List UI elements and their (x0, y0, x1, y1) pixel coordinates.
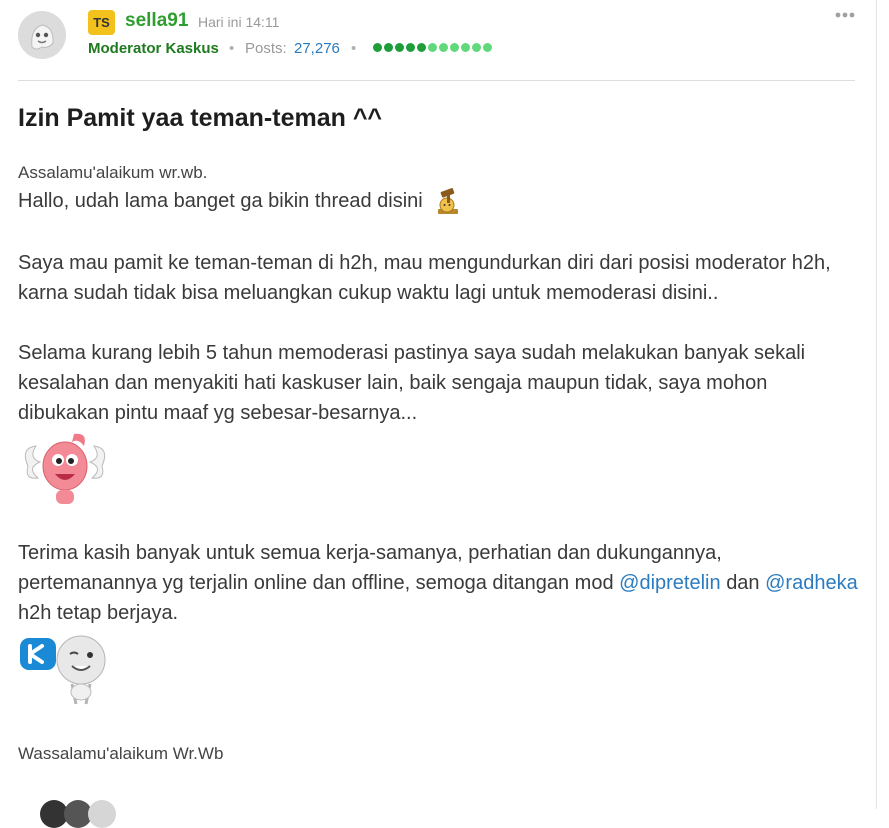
paragraph-3-text: h2h tetap berjaya. (18, 602, 179, 624)
thread-starter-badge: TS (88, 10, 115, 35)
emoticon-kaskus-logo (20, 635, 106, 705)
separator-dot: • (351, 40, 357, 57)
opening-greeting: Assalamu'alaikum wr.wb. (18, 163, 208, 182)
reputation-bar (373, 43, 492, 54)
reputation-dot (417, 43, 426, 52)
posts-count: 27,276 (294, 40, 340, 57)
avatar[interactable] (18, 11, 66, 59)
emoticon-gavel (438, 187, 459, 214)
post-timestamp: Hari ini 14:11 (198, 14, 280, 30)
paragraph-2: Selama kurang lebih 5 tahun memoderasi p… (18, 342, 806, 424)
reputation-dot (483, 43, 492, 52)
posts-label: Posts: (245, 40, 287, 57)
paragraph-3: Terima kasih banyak untuk semua kerja-sa… (18, 538, 858, 628)
header-divider (18, 80, 855, 81)
mention-radheka[interactable]: @radheka (765, 572, 858, 594)
paragraph-3-text: dan (726, 572, 760, 594)
avatar[interactable] (88, 800, 116, 828)
user-role: Moderator Kaskus (88, 40, 219, 57)
reaction-avatars[interactable] (40, 800, 116, 828)
paragraph-3-text: Terima kasih banyak untuk semua kerja-sa… (18, 542, 722, 594)
reputation-dot (384, 43, 393, 52)
emoticon-angel (24, 433, 106, 504)
greeting-line: Hallo, udah lama banget ga bikin thread … (18, 186, 858, 217)
more-menu-icon[interactable] (832, 8, 858, 30)
reputation-dot (472, 43, 481, 52)
thread-title: Izin Pamit yaa teman-teman ^^ (18, 104, 383, 132)
reputation-dot (461, 43, 470, 52)
reputation-dot (395, 43, 404, 52)
reputation-dot (373, 43, 382, 52)
reputation-dot (439, 43, 448, 52)
reputation-dot (428, 43, 437, 52)
username-link[interactable]: sella91 (125, 10, 188, 32)
mention-dipretelin[interactable]: @dipretelin (619, 572, 720, 594)
greeting-text: Hallo, udah lama banget ga bikin thread … (18, 190, 423, 212)
scrollbar-track[interactable] (876, 0, 889, 809)
reputation-dot (406, 43, 415, 52)
closing-greeting: Wassalamu'alaikum Wr.Wb (18, 744, 224, 763)
avatar-ghost-icon (18, 11, 66, 59)
paragraph-1: Saya mau pamit ke teman-teman di h2h, ma… (18, 252, 831, 304)
reputation-dot (450, 43, 459, 52)
separator-dot: • (229, 40, 235, 57)
thread-post: TS sella91 Hari ini 14:11 Moderator Kask… (0, 0, 876, 828)
